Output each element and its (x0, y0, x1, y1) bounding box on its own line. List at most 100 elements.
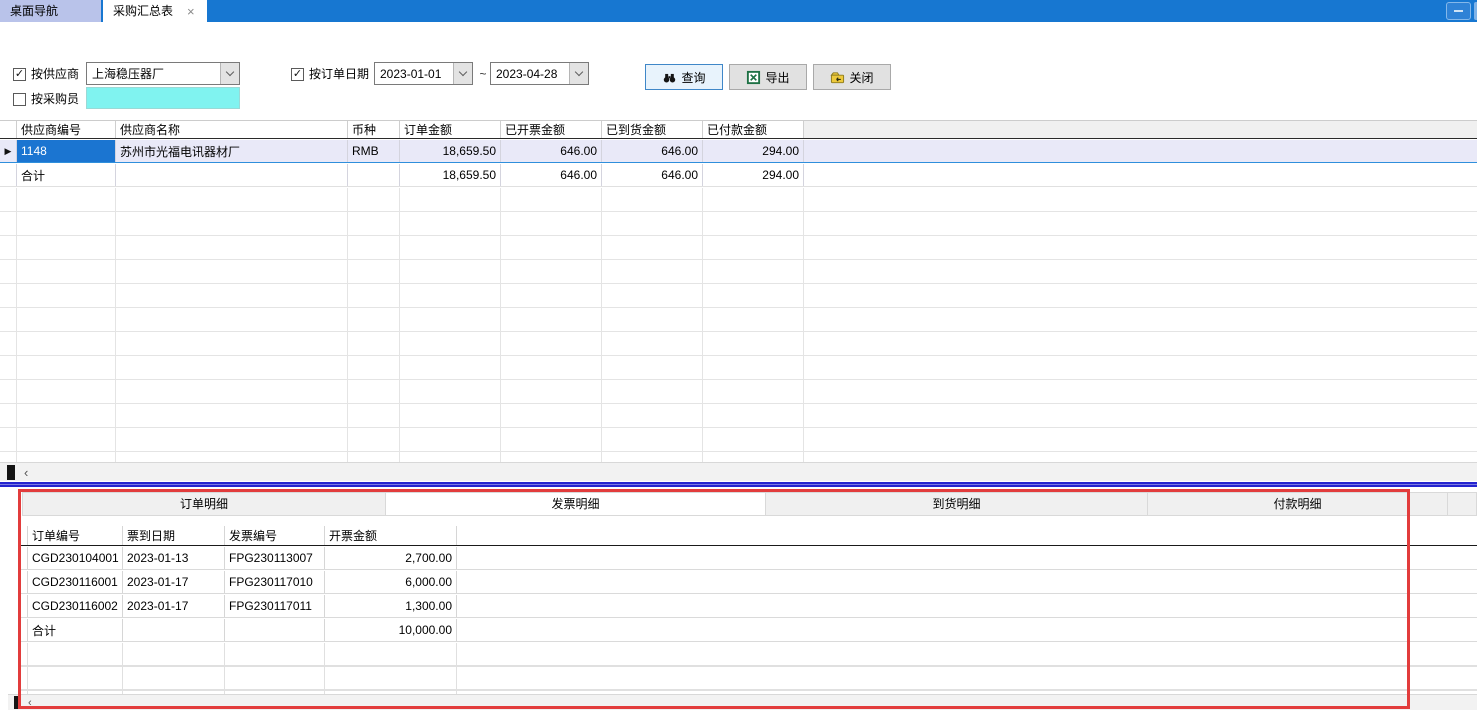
tab-order-detail[interactable]: 订单明细 (23, 493, 386, 515)
table-row[interactable]: CGD230116001 2023-01-17 FPG230117010 6,0… (18, 571, 1477, 594)
total-indicator (0, 164, 17, 186)
binoculars-icon (662, 70, 677, 85)
total-row: 合计 18,659.50 646.00 646.00 294.00 (0, 164, 1477, 187)
check-icon: ✓ (15, 69, 24, 80)
tab-invoice-detail[interactable]: 发票明细 (386, 493, 766, 515)
col-header-currency[interactable]: 币种 (348, 121, 400, 138)
cell-received-amount[interactable]: 646.00 (602, 140, 703, 162)
detail-total-row: 合计 10,000.00 (18, 619, 1477, 642)
total-received-amount: 646.00 (602, 164, 703, 186)
scroll-left-icon[interactable]: ‹ (28, 695, 32, 710)
supplier-filter-label: 按供应商 (31, 67, 79, 81)
minimize-dash-icon (1454, 10, 1463, 12)
window-minimize-button[interactable] (1446, 2, 1471, 20)
detail-tab-strip: 订单明细 发票明细 到货明细 付款明细 (22, 492, 1477, 516)
col-header-supplier-code[interactable]: 供应商编号 (17, 121, 116, 138)
cell-order-no[interactable]: CGD230104001 (28, 547, 123, 569)
scroll-left-icon[interactable]: ‹ (24, 463, 28, 481)
cell-invoice-amount[interactable]: 1,300.00 (325, 595, 457, 617)
detail-total-empty-date (123, 619, 225, 641)
chevron-down-icon (575, 68, 583, 76)
total-empty-currency (348, 164, 400, 186)
supplier-select[interactable]: 上海稳压器厂 (86, 62, 240, 85)
date-from-dropdown-button[interactable] (453, 63, 472, 84)
table-row[interactable]: ▶ 1148 苏州市光福电讯器材厂 RMB 18,659.50 646.00 6… (0, 140, 1477, 163)
total-empty-name (116, 164, 348, 186)
table-row[interactable]: CGD230104001 2023-01-13 FPG230113007 2,7… (18, 547, 1477, 570)
header-indicator-column (0, 121, 17, 138)
cell-invoice-date[interactable]: 2023-01-17 (123, 595, 225, 617)
date-from-value: 2023-01-01 (375, 67, 453, 81)
tab-close-icon[interactable]: × (187, 5, 195, 18)
chevron-down-icon (459, 68, 467, 76)
cell-invoiced-amount[interactable]: 646.00 (501, 140, 602, 162)
query-button-label: 查询 (681, 69, 705, 86)
cell-invoice-amount[interactable]: 2,700.00 (325, 547, 457, 569)
cell-order-no[interactable]: CGD230116002 (28, 595, 123, 617)
buyer-filter-label: 按采购员 (31, 92, 79, 106)
tab-desktop-nav[interactable]: 桌面导航 (0, 0, 101, 22)
cell-paid-amount[interactable]: 294.00 (703, 140, 804, 162)
date-range-separator: ~ (478, 67, 488, 81)
col-header-paid-amount[interactable]: 已付款金额 (703, 121, 804, 138)
col-header-order-amount[interactable]: 订单金额 (400, 121, 501, 138)
query-button[interactable]: 查询 (645, 64, 723, 90)
cell-invoice-amount[interactable]: 6,000.00 (325, 571, 457, 593)
tab-purchase-summary[interactable]: 采购汇总表 × (103, 0, 207, 22)
cell-currency[interactable]: RMB (348, 140, 400, 162)
main-table-empty-grid (0, 188, 1477, 462)
scrollbar-thumb[interactable] (14, 696, 21, 709)
tab-purchase-summary-label: 采购汇总表 (113, 0, 173, 22)
total-label: 合计 (17, 164, 116, 186)
table-row[interactable]: CGD230116002 2023-01-17 FPG230117011 1,3… (18, 595, 1477, 618)
col-header-received-amount[interactable]: 已到货金额 (602, 121, 703, 138)
cell-supplier-code[interactable]: 1148 (17, 140, 116, 162)
cell-invoice-date[interactable]: 2023-01-17 (123, 571, 225, 593)
top-tab-bar: 桌面导航 采购汇总表 × (0, 0, 1477, 22)
cell-invoice-no[interactable]: FPG230117011 (225, 595, 325, 617)
buyer-input[interactable] (86, 87, 240, 109)
total-paid-amount: 294.00 (703, 164, 804, 186)
supplier-select-dropdown-button[interactable] (220, 63, 239, 84)
date-to-select[interactable]: 2023-04-28 (490, 62, 589, 85)
detail-total-amount: 10,000.00 (325, 619, 457, 641)
main-table-scrollbar[interactable]: ‹ (0, 462, 1477, 481)
panel-splitter[interactable] (0, 481, 1477, 488)
excel-icon (746, 70, 761, 85)
detail-row-indicator (18, 547, 28, 569)
detail-table-scrollbar[interactable]: ‹ (8, 694, 1477, 710)
date-to-value: 2023-04-28 (491, 67, 569, 81)
row-indicator-icon: ▶ (0, 140, 17, 162)
cell-invoice-no[interactable]: FPG230113007 (225, 547, 325, 569)
scrollbar-thumb[interactable] (7, 465, 15, 480)
export-button[interactable]: 导出 (729, 64, 807, 90)
folder-exit-icon (830, 70, 845, 85)
date-to-dropdown-button[interactable] (569, 63, 588, 84)
cell-supplier-name[interactable]: 苏州市光福电讯器材厂 (116, 140, 348, 162)
export-button-label: 导出 (765, 69, 789, 86)
cell-order-no[interactable]: CGD230116001 (28, 571, 123, 593)
col-header-invoice-date[interactable]: 票到日期 (123, 526, 225, 545)
col-header-order-no[interactable]: 订单编号 (28, 526, 123, 545)
chevron-down-icon (226, 68, 234, 76)
cell-order-amount[interactable]: 18,659.50 (400, 140, 501, 162)
cell-invoice-date[interactable]: 2023-01-13 (123, 547, 225, 569)
order-date-filter-label: 按订单日期 (309, 67, 369, 81)
col-header-invoiced-amount[interactable]: 已开票金额 (501, 121, 602, 138)
order-date-checkbox[interactable]: ✓ (291, 68, 304, 81)
col-header-invoice-amount[interactable]: 开票金额 (325, 526, 457, 545)
tab-payment-detail[interactable]: 付款明细 (1148, 493, 1448, 515)
tab-arrival-detail[interactable]: 到货明细 (766, 493, 1148, 515)
total-invoiced-amount: 646.00 (501, 164, 602, 186)
supplier-checkbox[interactable]: ✓ (13, 68, 26, 81)
check-icon: ✓ (293, 69, 302, 80)
col-header-invoice-no[interactable]: 发票编号 (225, 526, 325, 545)
close-button[interactable]: 关闭 (813, 64, 891, 90)
col-header-supplier-name[interactable]: 供应商名称 (116, 121, 348, 138)
buyer-checkbox[interactable] (13, 93, 26, 106)
close-button-label: 关闭 (849, 69, 873, 86)
date-from-select[interactable]: 2023-01-01 (374, 62, 473, 85)
cell-invoice-no[interactable]: FPG230117010 (225, 571, 325, 593)
main-table-header: 供应商编号 供应商名称 币种 订单金额 已开票金额 已到货金额 已付款金额 (0, 120, 1477, 139)
detail-row-indicator (18, 571, 28, 593)
